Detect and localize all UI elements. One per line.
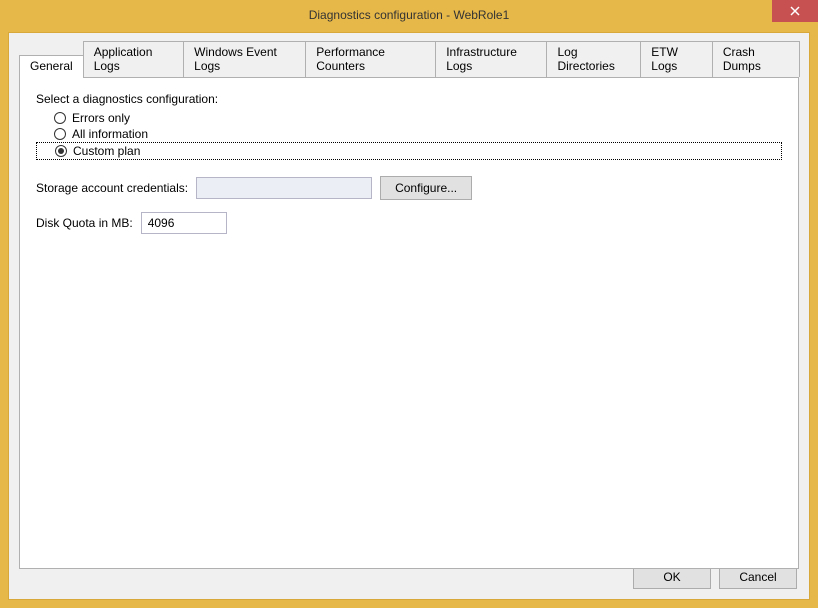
radio-label: Errors only	[72, 111, 130, 125]
disk-quota-input[interactable]	[146, 215, 222, 231]
radio-icon	[54, 128, 66, 140]
dialog-window: Diagnostics configuration - WebRole1 Gen…	[0, 0, 818, 608]
tab-crash-dumps[interactable]: Crash Dumps	[712, 41, 800, 77]
radio-errors-only[interactable]: Errors only	[36, 110, 782, 126]
storage-credentials-field[interactable]	[196, 177, 372, 199]
tab-general[interactable]: General	[19, 55, 84, 77]
configure-button[interactable]: Configure...	[380, 176, 472, 200]
tabstrip: General Application Logs Windows Event L…	[9, 33, 809, 77]
radio-icon	[55, 145, 67, 157]
disk-quota-row: Disk Quota in MB:	[36, 212, 782, 234]
storage-label: Storage account credentials:	[36, 181, 188, 195]
radio-icon	[54, 112, 66, 124]
window-title: Diagnostics configuration - WebRole1	[309, 8, 510, 22]
client-area: General Application Logs Windows Event L…	[8, 32, 810, 600]
tab-performance-counters[interactable]: Performance Counters	[305, 41, 436, 77]
radio-all-information[interactable]: All information	[36, 126, 782, 142]
radio-label: All information	[72, 127, 148, 141]
storage-row: Storage account credentials: Configure..…	[36, 176, 782, 200]
radio-custom-plan[interactable]: Custom plan	[36, 142, 782, 160]
radio-label: Custom plan	[73, 144, 140, 158]
close-button[interactable]	[772, 0, 818, 22]
tab-log-directories[interactable]: Log Directories	[546, 41, 641, 77]
disk-quota-field[interactable]	[141, 212, 227, 234]
titlebar: Diagnostics configuration - WebRole1	[0, 0, 818, 30]
disk-quota-label: Disk Quota in MB:	[36, 216, 133, 230]
tab-etw-logs[interactable]: ETW Logs	[640, 41, 713, 77]
tab-infrastructure-logs[interactable]: Infrastructure Logs	[435, 41, 547, 77]
tab-windows-event-logs[interactable]: Windows Event Logs	[183, 41, 306, 77]
tabpanel-general: Select a diagnostics configuration: Erro…	[19, 77, 799, 569]
close-icon	[790, 6, 800, 16]
tab-application-logs[interactable]: Application Logs	[83, 41, 184, 77]
config-prompt: Select a diagnostics configuration:	[36, 92, 782, 106]
storage-credentials-input[interactable]	[201, 180, 367, 196]
